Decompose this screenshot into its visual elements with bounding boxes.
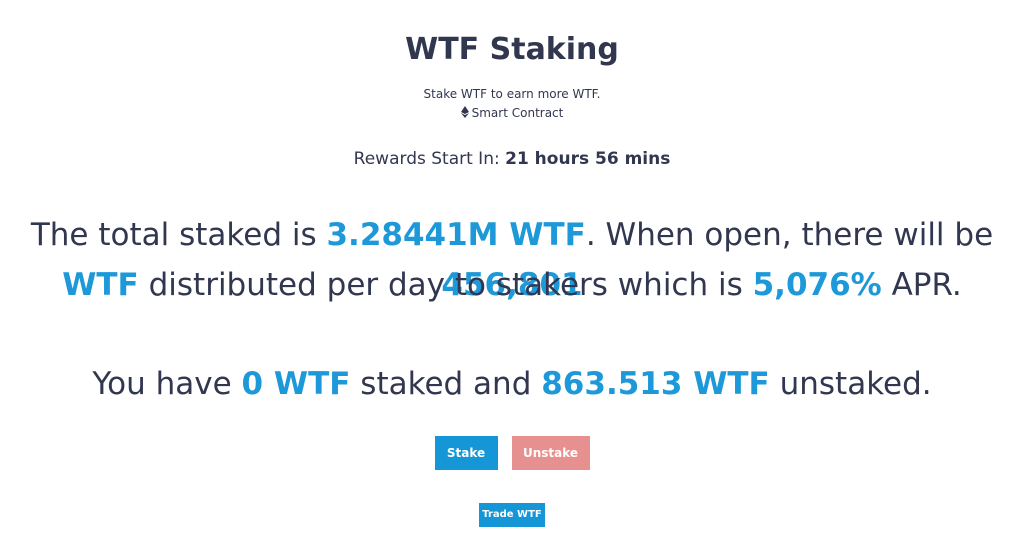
user-unstaked-value: 863.513 WTF [541,366,770,402]
total-staked-value: 3.28441M WTF [326,217,586,253]
rewards-countdown: Rewards Start In: 21 hours 56 mins [0,148,1024,170]
trade-actions: Trade WTF [0,503,1024,527]
ethereum-icon [460,106,469,118]
smart-contract-link[interactable]: Smart Contract [460,106,564,120]
page-title: WTF Staking [405,32,619,67]
trade-wtf-button[interactable]: Trade WTF [479,503,545,527]
stats-prefix: The total staked is [30,217,327,253]
user-mid: staked and [350,366,542,402]
user-staked-value: 0 WTF [241,366,351,402]
stake-actions: Stake Unstake [0,436,1024,470]
daily-distribution-token: WTF [62,267,139,303]
countdown-label: Rewards Start In: [353,149,500,169]
contract-line: Smart Contract [0,105,1024,121]
stats-mid: . When open, there will be [585,217,994,253]
distribution-line: WTF distributed per day to stakers which… [12,260,1012,310]
user-prefix: You have [92,366,242,402]
distribution-text: distributed per day to stakers which is [138,267,753,303]
countdown-value: 21 hours 56 mins [505,149,671,169]
page-subtitle: Stake WTF to earn more WTF. [423,87,601,101]
apr-value: 5,076% [752,267,882,303]
user-suffix: unstaked. [769,366,932,402]
smart-contract-label: Smart Contract [471,106,564,120]
staking-page: WTF Staking Stake WTF to earn more WTF. … [0,0,1024,544]
unstake-button[interactable]: Unstake [511,436,590,470]
stake-button[interactable]: Stake [434,436,498,470]
apr-suffix: APR. [881,267,962,303]
user-balance-line: You have 0 WTF staked and 863.513 WTF un… [12,359,1012,409]
